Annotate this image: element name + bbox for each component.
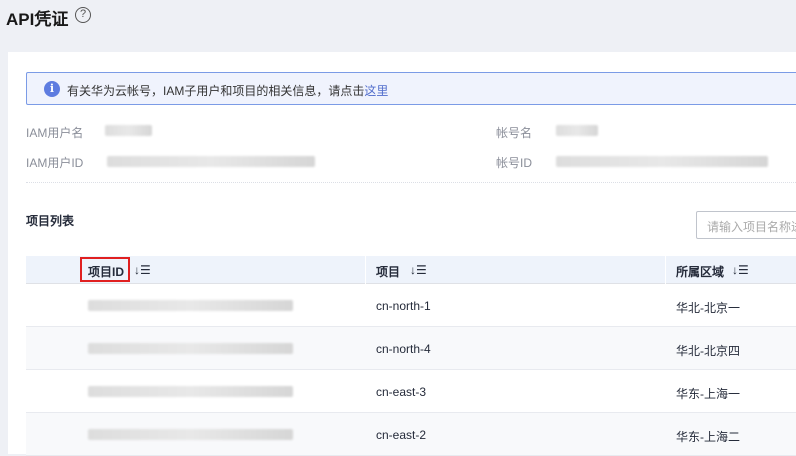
info-banner: i 有关华为云帐号，IAM子用户和项目的相关信息，请点击这里	[26, 72, 796, 105]
table-row: cn-east-2 华东-上海二	[26, 413, 796, 456]
region-cell: 华东-上海二	[676, 430, 740, 444]
info-link[interactable]: 这里	[364, 84, 388, 98]
page-title: API凭证	[6, 10, 69, 29]
region-cell: 华北-北京四	[676, 344, 740, 358]
column-header-project[interactable]: 项目	[376, 263, 400, 280]
account-id-value	[556, 156, 768, 167]
account-id-label: 帐号ID	[496, 156, 533, 170]
iam-user-name-label: IAM用户名	[26, 126, 84, 140]
project-id-value	[88, 343, 293, 354]
project-cell: cn-north-1	[376, 299, 431, 313]
project-cell: cn-east-2	[376, 428, 427, 442]
project-cell: cn-east-3	[376, 385, 427, 399]
region-cell: 华北-北京一	[676, 301, 740, 315]
project-id-value	[88, 386, 293, 397]
iam-user-id-label: IAM用户ID	[26, 156, 84, 170]
divider	[26, 182, 796, 183]
help-icon[interactable]: ?	[75, 7, 91, 23]
table-row: cn-north-1 华北-北京一	[26, 284, 796, 327]
sort-icon[interactable]: ↓☰	[732, 263, 749, 277]
project-list-title: 项目列表	[26, 214, 75, 228]
account-name-label: 帐号名	[496, 126, 533, 140]
iam-user-name-value	[105, 125, 152, 136]
highlight-box	[80, 257, 130, 282]
project-cell: cn-north-4	[376, 342, 431, 356]
account-name-value	[556, 125, 598, 136]
sort-icon[interactable]: ↓☰	[134, 263, 151, 277]
project-search-input[interactable]: 请输入项目名称进行搜索	[696, 211, 796, 239]
column-divider	[665, 256, 666, 284]
project-id-value	[88, 429, 293, 440]
project-id-value	[88, 300, 293, 311]
table-row: cn-north-4 华北-北京四	[26, 327, 796, 370]
column-divider	[365, 256, 366, 284]
iam-user-id-value	[107, 156, 315, 167]
sort-icon[interactable]: ↓☰	[410, 263, 427, 277]
table-header: 项目ID ↓☰ 项目 ↓☰ 所属区域 ↓☰	[26, 256, 796, 284]
info-icon: i	[44, 81, 60, 97]
column-header-region[interactable]: 所属区域	[676, 263, 724, 280]
info-text: 有关华为云帐号，IAM子用户和项目的相关信息，请点击	[67, 84, 365, 98]
region-cell: 华东-上海一	[676, 387, 740, 401]
table-row: cn-east-3 华东-上海一	[26, 370, 796, 413]
